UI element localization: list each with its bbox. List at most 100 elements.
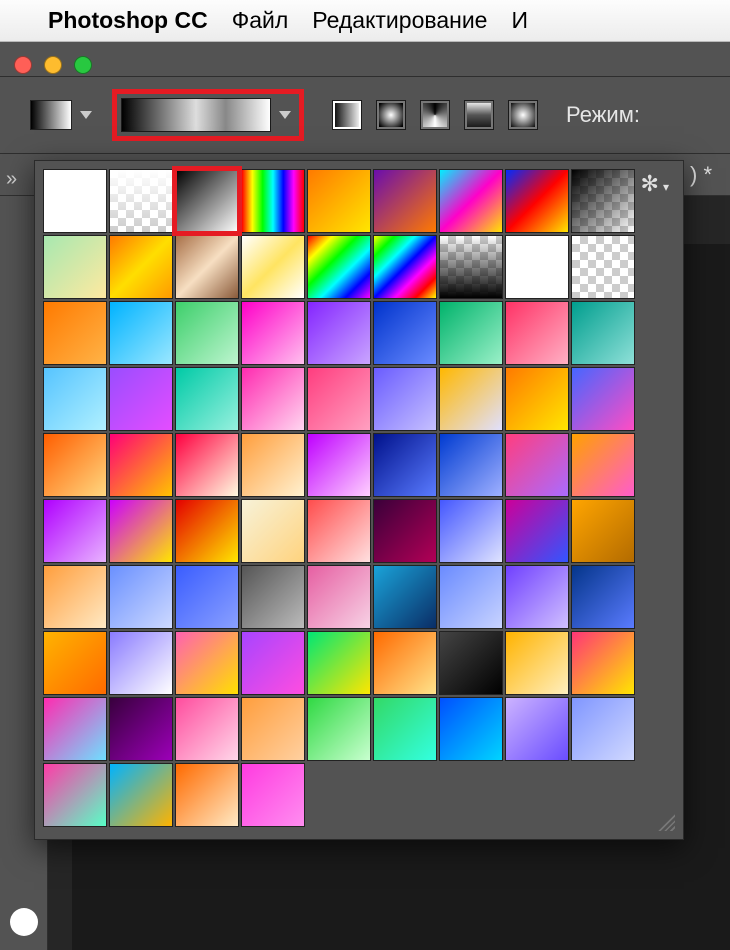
gradient-swatch[interactable]	[175, 499, 239, 563]
gradient-swatch[interactable]	[241, 433, 305, 497]
gradient-swatch[interactable]	[373, 697, 437, 761]
gradient-swatch[interactable]	[439, 499, 503, 563]
gradient-swatch[interactable]	[571, 433, 635, 497]
minimize-window-icon[interactable]	[44, 56, 62, 74]
gradient-swatch[interactable]	[109, 697, 173, 761]
gradient-swatch[interactable]	[505, 301, 569, 365]
gradient-swatch[interactable]	[241, 499, 305, 563]
tool-preset-picker[interactable]	[30, 100, 92, 130]
gradient-swatch[interactable]	[241, 235, 305, 299]
gradient-swatch[interactable]	[505, 565, 569, 629]
gradient-swatch[interactable]	[373, 301, 437, 365]
gradient-swatch[interactable]	[373, 565, 437, 629]
gradient-swatch[interactable]	[373, 169, 437, 233]
gradient-swatch[interactable]	[109, 763, 173, 827]
gradient-swatch[interactable]	[307, 367, 371, 431]
gradient-swatch[interactable]	[175, 235, 239, 299]
gradient-swatch[interactable]	[505, 235, 569, 299]
gradient-swatch[interactable]	[571, 499, 635, 563]
menu-more-truncated[interactable]: И	[511, 7, 528, 34]
gradient-swatch[interactable]	[241, 565, 305, 629]
gradient-swatch[interactable]	[307, 697, 371, 761]
gradient-swatch[interactable]	[109, 433, 173, 497]
gradient-swatch[interactable]	[43, 499, 107, 563]
gradient-swatch[interactable]	[175, 631, 239, 695]
gradient-swatch[interactable]	[439, 169, 503, 233]
gradient-swatch[interactable]	[439, 301, 503, 365]
gradient-swatch[interactable]	[175, 367, 239, 431]
gradient-swatch[interactable]	[109, 169, 173, 233]
gradient-swatch[interactable]	[109, 565, 173, 629]
app-name[interactable]: Photoshop CC	[48, 7, 208, 34]
gradient-swatch[interactable]	[307, 169, 371, 233]
gradient-swatch[interactable]	[307, 631, 371, 695]
gradient-swatch[interactable]	[175, 301, 239, 365]
gradient-picker-dropdown[interactable]	[112, 89, 304, 141]
expand-panels-icon[interactable]: »	[6, 168, 17, 191]
gradient-swatch[interactable]	[439, 565, 503, 629]
zoom-tool-icon[interactable]	[10, 908, 38, 936]
gradient-swatch[interactable]	[175, 763, 239, 827]
menu-edit[interactable]: Редактирование	[312, 7, 487, 34]
gradient-swatch[interactable]	[571, 367, 635, 431]
gradient-swatch[interactable]	[241, 169, 305, 233]
gradient-swatch[interactable]	[571, 697, 635, 761]
gradient-swatch[interactable]	[109, 367, 173, 431]
gradient-swatch[interactable]	[43, 763, 107, 827]
gradient-swatch[interactable]	[439, 631, 503, 695]
reflected-gradient-button[interactable]	[464, 100, 494, 130]
gradient-swatch[interactable]	[505, 631, 569, 695]
gradient-swatch[interactable]	[43, 169, 107, 233]
angle-gradient-button[interactable]	[420, 100, 450, 130]
gradient-swatch[interactable]	[373, 499, 437, 563]
menu-file[interactable]: Файл	[232, 7, 289, 34]
gradient-swatch[interactable]	[373, 367, 437, 431]
linear-gradient-button[interactable]	[332, 100, 362, 130]
panel-flyout-gear-icon[interactable]: ✻	[641, 171, 669, 197]
gradient-swatch[interactable]	[307, 235, 371, 299]
document-tab-fragment[interactable]: ) *	[690, 162, 712, 188]
gradient-swatch[interactable]	[439, 433, 503, 497]
gradient-swatch[interactable]	[571, 301, 635, 365]
gradient-swatch[interactable]	[241, 697, 305, 761]
gradient-swatch[interactable]	[241, 763, 305, 827]
gradient-swatch[interactable]	[571, 169, 635, 233]
gradient-swatch[interactable]	[307, 499, 371, 563]
gradient-swatch[interactable]	[571, 565, 635, 629]
diamond-gradient-button[interactable]	[508, 100, 538, 130]
gradient-swatch[interactable]	[109, 301, 173, 365]
gradient-swatch[interactable]	[505, 433, 569, 497]
gradient-swatch[interactable]	[43, 235, 107, 299]
gradient-swatch[interactable]	[241, 631, 305, 695]
gradient-swatch[interactable]	[505, 367, 569, 431]
gradient-swatch[interactable]	[43, 565, 107, 629]
gradient-swatch[interactable]	[175, 169, 239, 233]
gradient-swatch[interactable]	[175, 565, 239, 629]
radial-gradient-button[interactable]	[376, 100, 406, 130]
gradient-swatch[interactable]	[307, 433, 371, 497]
gradient-swatch[interactable]	[439, 697, 503, 761]
gradient-swatch[interactable]	[43, 631, 107, 695]
zoom-window-icon[interactable]	[74, 56, 92, 74]
gradient-swatch[interactable]	[505, 499, 569, 563]
panel-resize-grip-icon[interactable]	[657, 813, 675, 831]
gradient-swatch[interactable]	[109, 235, 173, 299]
gradient-swatch[interactable]	[175, 697, 239, 761]
gradient-swatch[interactable]	[373, 631, 437, 695]
gradient-swatch[interactable]	[505, 169, 569, 233]
gradient-swatch[interactable]	[373, 235, 437, 299]
gradient-swatch[interactable]	[439, 367, 503, 431]
gradient-swatch[interactable]	[241, 367, 305, 431]
gradient-swatch[interactable]	[439, 235, 503, 299]
gradient-swatch[interactable]	[241, 301, 305, 365]
close-window-icon[interactable]	[14, 56, 32, 74]
gradient-swatch[interactable]	[109, 631, 173, 695]
gradient-swatch[interactable]	[175, 433, 239, 497]
gradient-swatch[interactable]	[307, 301, 371, 365]
gradient-swatch[interactable]	[307, 565, 371, 629]
gradient-swatch[interactable]	[43, 697, 107, 761]
gradient-swatch[interactable]	[505, 697, 569, 761]
gradient-swatch[interactable]	[43, 301, 107, 365]
gradient-swatch[interactable]	[571, 235, 635, 299]
gradient-swatch[interactable]	[373, 433, 437, 497]
